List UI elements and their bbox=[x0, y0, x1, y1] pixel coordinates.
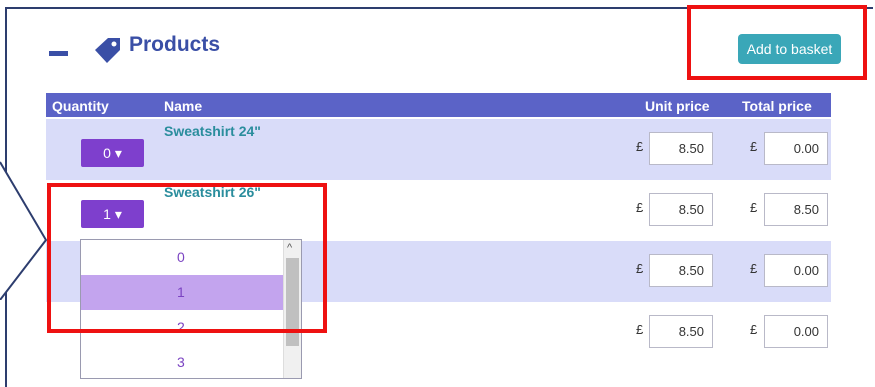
table-header: Quantity Name Unit price Total price bbox=[46, 93, 831, 117]
products-header: Products Add to basket bbox=[7, 9, 873, 89]
scroll-up-icon[interactable]: ^ bbox=[287, 242, 292, 254]
dropdown-option[interactable]: 3 bbox=[81, 345, 284, 380]
product-name[interactable]: Sweatshirt 24" bbox=[164, 123, 261, 139]
minus-icon[interactable] bbox=[49, 51, 68, 56]
currency-symbol: £ bbox=[750, 200, 758, 215]
quantity-select[interactable]: 0 ▾ bbox=[81, 139, 144, 167]
total-price-field: 8.50 bbox=[764, 193, 828, 226]
dropdown-option-selected[interactable]: 1 bbox=[81, 275, 284, 310]
unit-price-field: 8.50 bbox=[649, 193, 713, 226]
quantity-dropdown-list[interactable]: 0 1 2 3 ^ bbox=[80, 239, 302, 379]
header-unit-price: Unit price bbox=[645, 98, 710, 114]
currency-symbol: £ bbox=[750, 261, 758, 276]
header-name: Name bbox=[164, 98, 203, 114]
currency-symbol: £ bbox=[636, 261, 644, 276]
total-price-field: 0.00 bbox=[764, 254, 828, 287]
currency-symbol: £ bbox=[636, 139, 644, 154]
callout-arrow bbox=[0, 161, 48, 300]
currency-symbol: £ bbox=[750, 139, 758, 154]
table-row: 1 ▾ Sweatshirt 26" £ 8.50 £ 8.50 bbox=[46, 180, 831, 241]
currency-symbol: £ bbox=[636, 322, 644, 337]
unit-price-field: 8.50 bbox=[649, 132, 713, 165]
table-row: 0 ▾ Sweatshirt 24" £ 8.50 £ 0.00 bbox=[46, 119, 831, 180]
dropdown-scrollbar[interactable]: ^ bbox=[283, 240, 301, 378]
product-name[interactable]: Sweatshirt 26" bbox=[164, 184, 261, 200]
unit-price-field: 8.50 bbox=[649, 254, 713, 287]
unit-price-field: 8.50 bbox=[649, 315, 713, 348]
dropdown-option[interactable]: 0 bbox=[81, 240, 284, 275]
add-to-basket-button[interactable]: Add to basket bbox=[738, 34, 841, 64]
section-title: Products bbox=[129, 33, 221, 56]
header-total-price: Total price bbox=[742, 98, 812, 114]
tag-icon bbox=[95, 38, 120, 63]
currency-symbol: £ bbox=[636, 200, 644, 215]
quantity-select[interactable]: 1 ▾ bbox=[81, 200, 144, 228]
scrollbar-thumb[interactable] bbox=[286, 258, 299, 346]
currency-symbol: £ bbox=[750, 322, 758, 337]
total-price-field: 0.00 bbox=[764, 315, 828, 348]
total-price-field: 0.00 bbox=[764, 132, 828, 165]
dropdown-option[interactable]: 2 bbox=[81, 310, 284, 345]
